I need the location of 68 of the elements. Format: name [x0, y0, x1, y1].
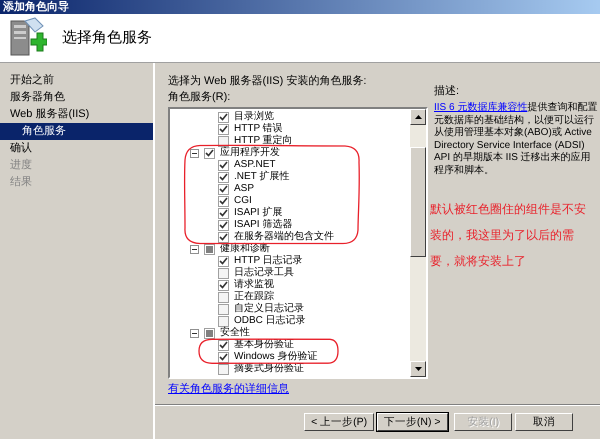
- description-heading: 描述:: [434, 85, 460, 98]
- service-label: 基本身份验证: [234, 339, 294, 351]
- scroll-thumb[interactable]: [410, 147, 426, 258]
- checkbox[interactable]: [218, 364, 229, 375]
- nav-item[interactable]: 开始之前: [0, 72, 153, 89]
- window-title: 添加角色向导: [2, 1, 69, 13]
- scroll-up-button[interactable]: [410, 109, 426, 126]
- service-label: ISAPI 扩展: [234, 207, 282, 218]
- description-link[interactable]: IIS 6 元数据库兼容性: [434, 102, 528, 114]
- nav-item[interactable]: 确认: [0, 140, 153, 157]
- service-label: 请求监视: [234, 279, 274, 290]
- wizard-button[interactable]: 取消: [515, 413, 573, 431]
- service-label: HTTP 日志记录: [234, 255, 303, 266]
- service-label: 应用程序开发: [220, 147, 280, 160]
- page-title: 选择角色服务: [62, 29, 152, 47]
- nav-item[interactable]: 服务器角色: [0, 89, 153, 106]
- collapse-toggle[interactable]: [190, 244, 199, 254]
- checkbox[interactable]: [218, 292, 229, 303]
- service-label: ODBC 日志记录: [234, 315, 306, 326]
- checkbox[interactable]: [218, 184, 229, 195]
- service-label: .NET 扩展性: [234, 171, 290, 184]
- service-label: Windows 身份验证: [234, 351, 318, 362]
- list-label: 角色服务(R):: [168, 91, 232, 104]
- service-label: 在服务器端的包含文件: [234, 231, 334, 242]
- service-label: ASP.NET: [234, 159, 276, 170]
- checkbox[interactable]: [218, 280, 229, 291]
- service-label: 摘要式身份验证: [234, 363, 304, 376]
- service-label: 自定义日志记录: [234, 303, 304, 314]
- prompt-text: 选择为 Web 服务器(IIS) 安装的角色服务:: [168, 75, 368, 88]
- checkbox[interactable]: [218, 340, 229, 351]
- checkbox[interactable]: [204, 328, 215, 339]
- checkbox[interactable]: [218, 256, 229, 267]
- service-label: CGI: [234, 195, 252, 208]
- checkbox[interactable]: [218, 316, 229, 327]
- checkbox[interactable]: [218, 172, 229, 183]
- collapse-toggle[interactable]: [190, 328, 199, 338]
- checkbox[interactable]: [218, 208, 229, 219]
- wizard-button[interactable]: < 上一步(P): [304, 413, 374, 431]
- arrow-down-icon: [414, 367, 422, 372]
- checkbox[interactable]: [218, 160, 229, 171]
- collapse-toggle[interactable]: [190, 148, 199, 158]
- checkbox[interactable]: [218, 232, 229, 243]
- service-label: 日志记录工具: [234, 267, 294, 278]
- service-label: 目录浏览: [234, 111, 274, 123]
- nav-item[interactable]: 角色服务: [0, 123, 153, 140]
- service-label: 安全性: [220, 327, 250, 338]
- arrow-up-icon: [414, 115, 422, 120]
- scrollbar[interactable]: [410, 109, 426, 378]
- checkbox[interactable]: [218, 304, 229, 315]
- checkbox[interactable]: [218, 220, 229, 231]
- checkbox[interactable]: [218, 196, 229, 207]
- checkbox[interactable]: [218, 124, 229, 135]
- checkbox[interactable]: [204, 148, 215, 159]
- checkbox[interactable]: [218, 268, 229, 279]
- description-text: IIS 6 元数据库兼容性提供查询和配置元数据库的基础结构，以便可以运行从使用管理基本对象(ABO)或 Active Directory Service Interface (ADSI) API 的早期版本 IIS 迁移出来的应用程序和脚本。: [434, 102, 598, 178]
- checkbox[interactable]: [218, 112, 229, 123]
- scroll-down-button[interactable]: [410, 361, 426, 378]
- details-link[interactable]: 有关角色服务的详细信息: [168, 383, 289, 396]
- service-label: ASP: [234, 183, 254, 196]
- service-label: HTTP 重定向: [234, 135, 293, 146]
- service-label: ISAPI 筛选器: [234, 219, 292, 230]
- service-label: HTTP 错误: [234, 123, 283, 134]
- wizard-button[interactable]: 下一步(N) >: [376, 413, 448, 431]
- checkbox[interactable]: [218, 352, 229, 363]
- annotation-note: 默认被红色圈住的组件是不安装的，我这里为了以后的需要，就将安装上了: [430, 201, 587, 270]
- service-label: 正在跟踪: [234, 291, 274, 302]
- nav-item[interactable]: Web 服务器(IIS): [0, 106, 153, 123]
- checkbox[interactable]: [204, 244, 215, 255]
